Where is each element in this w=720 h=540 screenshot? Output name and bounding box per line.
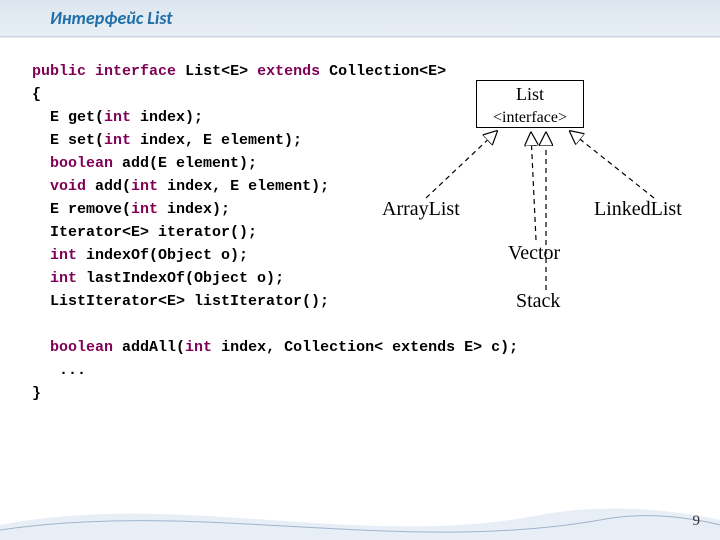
m10a: addAll(: [113, 339, 185, 356]
type-name: List<E>: [185, 63, 248, 80]
kw-int-4: int: [131, 201, 158, 218]
m7a: indexOf(Object o);: [77, 247, 248, 264]
m10b: index, Collection< extends E> c);: [212, 339, 518, 356]
uml-diagram: List <interface> ArrayList LinkedList Ve…: [386, 80, 686, 340]
blank: [32, 316, 41, 333]
kw-int-2: int: [104, 132, 131, 149]
m8a: lastIndexOf(Object o);: [77, 270, 284, 287]
brace-open: {: [32, 86, 41, 103]
m5a: E remove(: [32, 201, 131, 218]
m1a: E get(: [32, 109, 104, 126]
kw-boolean-1: boolean: [50, 155, 113, 172]
kw-int-1: int: [104, 109, 131, 126]
title-underline: [0, 36, 720, 38]
kw-public: public: [32, 63, 86, 80]
slide: Интерфейс List public interface List<E> …: [0, 0, 720, 540]
kw-extends: extends: [257, 63, 320, 80]
brace-close: }: [32, 385, 41, 402]
page-number: 9: [693, 513, 701, 530]
kw-int-6: int: [50, 270, 77, 287]
super-type: Collection<E>: [329, 63, 446, 80]
m2a: E set(: [32, 132, 104, 149]
kw-int-5: int: [50, 247, 77, 264]
kw-boolean-2: boolean: [50, 339, 113, 356]
kw-void: void: [50, 178, 86, 195]
m9: ListIterator<E> listIterator();: [32, 293, 329, 310]
m5b: index);: [158, 201, 230, 218]
dots: ...: [32, 362, 86, 379]
kw-interface: interface: [95, 63, 176, 80]
m6: Iterator<E> iterator();: [32, 224, 257, 241]
m4b: index, E element);: [158, 178, 329, 195]
kw-int-3: int: [131, 178, 158, 195]
label-linkedlist: LinkedList: [594, 198, 682, 221]
slide-title: Интерфейс List: [50, 7, 172, 29]
m3a: add(E element);: [113, 155, 257, 172]
kw-int-7: int: [185, 339, 212, 356]
label-vector: Vector: [508, 242, 560, 265]
label-stack: Stack: [516, 290, 560, 313]
label-arraylist: ArrayList: [382, 198, 460, 221]
m1b: index);: [131, 109, 203, 126]
m2b: index, E element);: [131, 132, 302, 149]
m4a: add(: [86, 178, 131, 195]
footer-wave: [0, 480, 720, 540]
